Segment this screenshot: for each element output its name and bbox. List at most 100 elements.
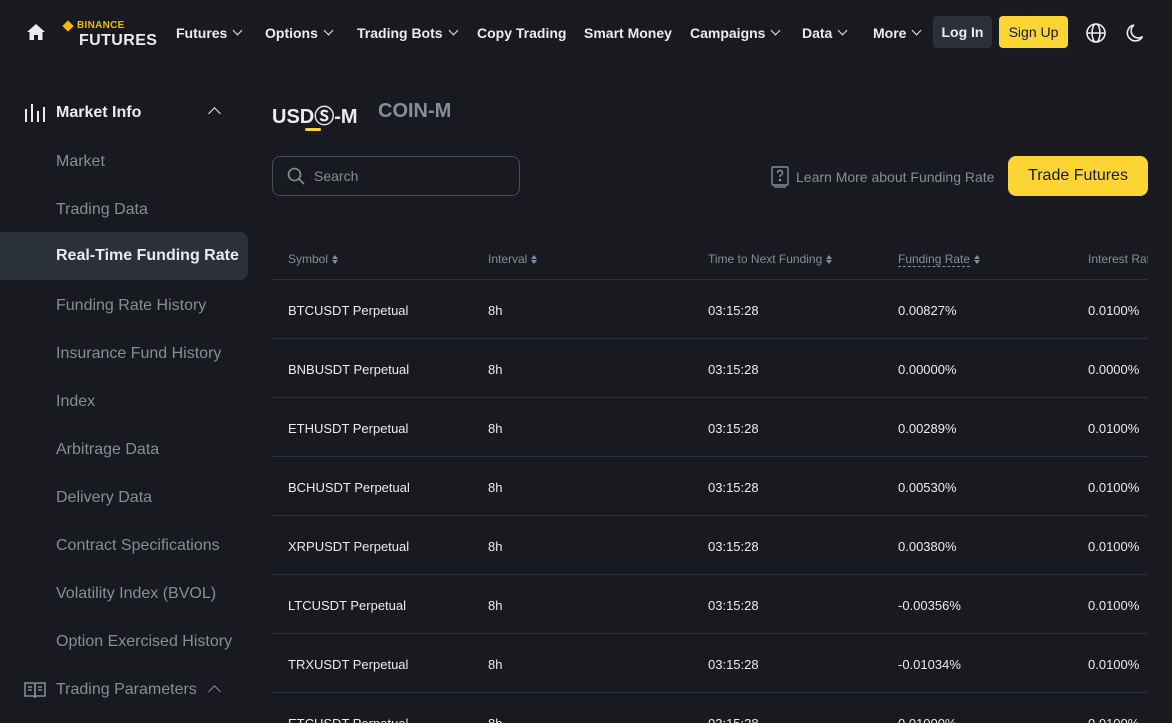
nav-label: Futures <box>176 25 228 41</box>
next-funding-cell: 03:15:28 <box>708 657 759 672</box>
header-label: Funding Rate <box>898 252 971 267</box>
sort-icon <box>531 254 538 264</box>
interest-rate-cell: 0.0100% <box>1088 421 1140 436</box>
nav-smart-money[interactable]: Smart Money <box>584 25 672 41</box>
chevron-down-icon <box>448 25 459 36</box>
sidebar-item-real-time-funding-rate[interactable]: Real-Time Funding Rate <box>0 232 248 280</box>
table-row[interactable]: BCHUSDT Perpetual 8h 03:15:28 0.00530% 0.010… <box>272 457 1148 516</box>
funding-rate-table: Symbol Interval Time to Next Funding Fun… <box>272 238 1148 723</box>
nav-campaigns[interactable]: Campaigns <box>690 25 781 41</box>
sidebar-item-contract-specifications[interactable]: Contract Specifications <box>0 522 248 570</box>
next-funding-cell: 03:15:28 <box>708 598 759 613</box>
column-header-interest-rate[interactable]: Interest Rat <box>1088 252 1148 266</box>
sidebar-item-index[interactable]: Index <box>0 378 248 426</box>
sidebar-section-label: Market Info <box>56 104 142 121</box>
sort-icon <box>332 254 339 264</box>
nav-options[interactable]: Options <box>265 25 334 41</box>
interval-cell: 8h <box>488 598 503 613</box>
interval-cell: 8h <box>488 421 503 436</box>
sidebar-section-market-info[interactable]: Market Info <box>24 100 224 126</box>
next-funding-cell: 03:15:28 <box>708 303 759 318</box>
nav-label: Data <box>802 25 833 41</box>
table-row[interactable]: ETHUSDT Perpetual 8h 03:15:28 0.00289% 0.010… <box>272 398 1148 457</box>
sidebar-item-delivery-data[interactable]: Delivery Data <box>0 474 248 522</box>
column-header-funding-rate[interactable]: Funding Rate <box>898 252 981 267</box>
chart-bars-icon <box>25 104 45 122</box>
funding-rate-cell: -0.00356% <box>898 598 961 613</box>
interest-rate-cell: 0.0100% <box>1088 716 1139 723</box>
table-row[interactable]: LTCUSDT Perpetual 8h 03:15:28 -0.00356% 0.01… <box>272 575 1148 634</box>
tab-usds-m[interactable]: USDⓈ-M <box>272 100 358 129</box>
login-button[interactable]: Log In <box>933 16 992 48</box>
tab-coin-m[interactable]: COIN-M <box>378 100 451 123</box>
binance-diamond-icon <box>62 19 74 32</box>
column-header-time-to-next-funding[interactable]: Time to Next Funding <box>708 252 833 266</box>
nav-data[interactable]: Data <box>802 25 848 41</box>
nav-more[interactable]: More <box>873 25 922 41</box>
interval-cell: 8h <box>488 303 503 318</box>
logo-top-text: BINANCE <box>77 20 125 31</box>
column-header-symbol[interactable]: Symbol <box>288 252 339 266</box>
active-tab-indicator <box>305 128 321 131</box>
symbol-cell: LTCUSDT Perpetual <box>288 598 407 613</box>
trade-futures-button[interactable]: Trade Futures <box>1008 156 1148 196</box>
nav-copy-trading[interactable]: Copy Trading <box>477 25 566 41</box>
symbol-cell: ETCUSDT Perpetual <box>288 716 408 723</box>
sidebar-item-market[interactable]: Market <box>0 138 248 186</box>
nav-label: Smart Money <box>584 25 672 41</box>
chevron-down-icon <box>232 25 243 36</box>
funding-rate-cell: 0.00530% <box>898 480 957 495</box>
interval-cell: 8h <box>488 362 503 377</box>
search-box[interactable] <box>272 156 520 196</box>
binance-futures-logo[interactable]: BINANCE FUTURES <box>62 19 158 50</box>
header-label: Symbol <box>288 252 329 266</box>
funding-rate-cell: 0.00000% <box>898 362 957 377</box>
column-header-interval[interactable]: Interval <box>488 252 538 266</box>
chevron-up-icon <box>208 685 221 698</box>
interval-cell: 8h <box>488 657 503 672</box>
table-row[interactable]: XRPUSDT Perpetual 8h 03:15:28 0.00380% 0.010… <box>272 516 1148 575</box>
table-row[interactable]: ETCUSDT Perpetual 8h 03:15:28 0.01000% 0.010… <box>272 693 1148 723</box>
home-icon[interactable] <box>26 22 46 42</box>
nav-label: Campaigns <box>690 25 766 41</box>
signup-button[interactable]: Sign Up <box>999 16 1068 48</box>
logo-bottom-text: FUTURES <box>79 32 158 49</box>
symbol-cell: ETHUSDT Perpetual <box>288 421 409 436</box>
table-row[interactable]: BNBUSDT Perpetual 8h 03:15:28 0.00000% 0.000… <box>272 339 1148 398</box>
next-funding-cell: 03:15:28 <box>708 716 759 723</box>
sort-icon <box>826 254 833 264</box>
globe-icon[interactable] <box>1085 22 1107 44</box>
sidebar-item-arbitrage-data[interactable]: Arbitrage Data <box>0 426 248 474</box>
sidebar-item-trading-data[interactable]: Trading Data <box>0 186 248 234</box>
sidebar-item-volatility-index[interactable]: Volatility Index (BVOL) <box>0 570 248 618</box>
table-body: BTCUSDT Perpetual 8h 03:15:28 0.00827% 0.010… <box>272 280 1148 723</box>
nav-label: Copy Trading <box>477 25 567 41</box>
symbol-cell: BTCUSDT Perpetual <box>288 303 409 318</box>
funding-rate-cell: 0.00289% <box>898 421 957 436</box>
table-row[interactable]: BTCUSDT Perpetual 8h 03:15:28 0.00827% 0.010… <box>272 280 1148 339</box>
learn-more-link[interactable]: Learn More about Funding Rate <box>770 166 994 188</box>
help-book-icon <box>771 166 789 188</box>
table-header: Symbol Interval Time to Next Funding Fun… <box>272 238 1148 280</box>
funding-rate-cell: 0.01000% <box>898 716 957 723</box>
sidebar-section-trading-parameters[interactable]: Trading Parameters <box>24 677 224 703</box>
moon-icon[interactable] <box>1125 22 1147 44</box>
symbol-cell: TRXUSDT Perpetual <box>288 657 409 672</box>
symbol-cell: BCHUSDT Perpetual <box>288 480 410 495</box>
sidebar-item-insurance-fund-history[interactable]: Insurance Fund History <box>0 330 248 378</box>
nav-futures[interactable]: Futures <box>176 25 243 41</box>
nav-trading-bots[interactable]: Trading Bots <box>357 25 459 41</box>
chevron-up-icon <box>208 107 221 120</box>
chevron-down-icon <box>323 25 334 36</box>
header-label: Interval <box>488 252 528 266</box>
top-nav: BINANCE FUTURES Futures Options Trading … <box>0 0 1172 66</box>
header-label: Interest Rat <box>1088 252 1148 266</box>
sidebar-item-funding-rate-history[interactable]: Funding Rate History <box>0 282 248 330</box>
table-row[interactable]: TRXUSDT Perpetual 8h 03:15:28 -0.01034% 0.01… <box>272 634 1148 693</box>
sidebar-item-option-exercised-history[interactable]: Option Exercised History <box>0 618 248 666</box>
chevron-down-icon <box>837 25 848 36</box>
interval-cell: 8h <box>488 716 502 723</box>
search-input[interactable] <box>314 168 494 184</box>
interval-cell: 8h <box>488 539 503 554</box>
next-funding-cell: 03:15:28 <box>708 362 759 377</box>
